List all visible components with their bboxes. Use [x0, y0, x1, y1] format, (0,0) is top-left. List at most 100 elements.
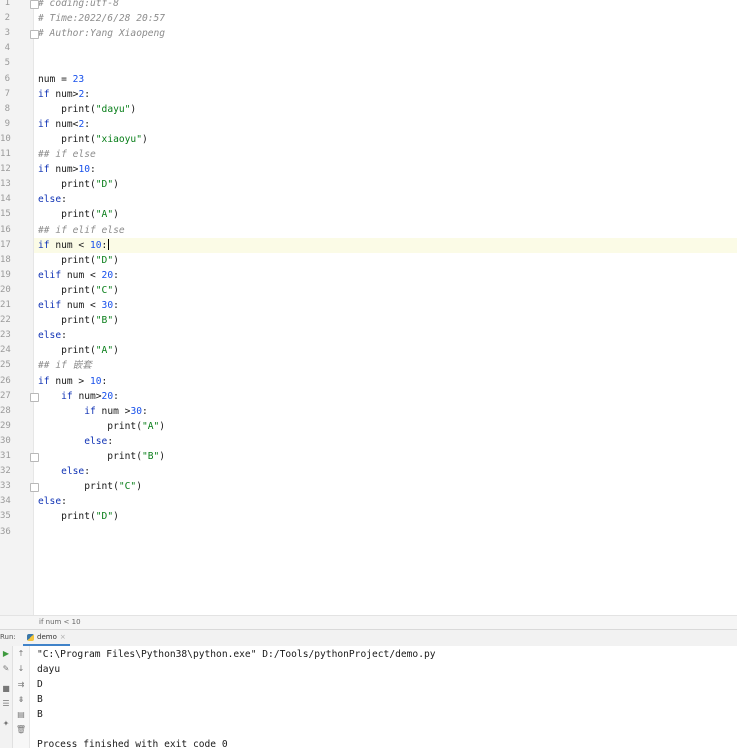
- code-line[interactable]: else:: [38, 434, 113, 449]
- code-line[interactable]: # Time:2022/6/28 20:57: [38, 11, 165, 26]
- line-number: 7: [4, 88, 10, 99]
- code-editor[interactable]: # coding:utf-8 # Time:2022/6/28 20:57 # Au…: [0, 0, 737, 615]
- code-token: if: [38, 239, 56, 251]
- console-line: B: [37, 709, 43, 720]
- code-token: 10: [78, 164, 90, 176]
- code-token: print(: [38, 420, 142, 432]
- code-token: :: [61, 330, 67, 342]
- code-token: 10: [89, 239, 102, 251]
- stop-icon[interactable]: ■: [0, 684, 12, 694]
- trash-icon[interactable]: 🗑: [15, 725, 27, 735]
- down-arrow-icon[interactable]: ↓: [15, 664, 27, 674]
- line-number: 26: [0, 375, 11, 386]
- code-line[interactable]: print("B"): [38, 449, 165, 464]
- line-number: 34: [0, 496, 11, 507]
- run-tab-label: demo: [37, 633, 57, 641]
- code-line[interactable]: if num>20:: [38, 389, 119, 404]
- code-token: print(: [38, 103, 96, 115]
- code-line[interactable]: print("D"): [38, 509, 119, 524]
- code-token: 10: [89, 375, 102, 387]
- code-token: "D": [95, 179, 114, 191]
- code-line[interactable]: else:: [38, 464, 90, 479]
- code-line[interactable]: elif num < 20:: [38, 268, 119, 283]
- code-line[interactable]: else:: [38, 328, 67, 343]
- code-line[interactable]: print("A"): [38, 419, 165, 434]
- code-line[interactable]: ## if elif else: [38, 223, 125, 238]
- code-token: ): [136, 481, 142, 493]
- code-token: print(: [38, 254, 96, 266]
- code-token: :: [90, 164, 96, 176]
- code-line[interactable]: print("A"): [38, 343, 119, 358]
- code-token: :: [113, 269, 119, 281]
- code-line[interactable]: if num > 10:: [38, 374, 107, 389]
- console-line: dayu: [37, 664, 61, 675]
- code-token: num>: [55, 88, 79, 100]
- breadcrumb-item[interactable]: if num < 10: [39, 618, 81, 626]
- wrench-icon[interactable]: ✎: [0, 664, 12, 674]
- line-number: 32: [0, 466, 11, 477]
- code-line[interactable]: num = 23: [38, 72, 84, 87]
- code-line[interactable]: print("dayu"): [38, 102, 136, 117]
- line-number: 19: [0, 269, 11, 280]
- soft-wrap-icon[interactable]: ⇉: [15, 680, 27, 690]
- code-line[interactable]: if num>10:: [38, 162, 96, 177]
- breadcrumb[interactable]: if num < 10: [0, 615, 737, 630]
- line-number: 16: [0, 224, 11, 235]
- fold-marker-icon[interactable]: [30, 30, 39, 40]
- code-line[interactable]: # coding:utf-8: [38, 0, 119, 11]
- code-line[interactable]: print("B"): [38, 313, 119, 328]
- code-line[interactable]: if num<2:: [38, 117, 90, 132]
- code-line[interactable]: ## if 嵌套: [38, 358, 92, 373]
- line-number: 5: [4, 58, 10, 69]
- code-token: ## if else: [38, 149, 96, 160]
- code-line[interactable]: elif num < 30:: [38, 298, 119, 313]
- console-output[interactable]: "C:\Program Files\Python38\python.exe" D…: [30, 646, 737, 750]
- line-number: 11: [0, 149, 11, 159]
- run-label: Run:: [0, 633, 16, 641]
- line-number: 2: [4, 13, 10, 24]
- code-line[interactable]: else:: [38, 192, 67, 207]
- console-line: D: [37, 679, 43, 690]
- print-icon[interactable]: ▤: [15, 710, 27, 720]
- fold-marker-icon[interactable]: [30, 483, 39, 493]
- code-line[interactable]: if num>2:: [38, 87, 90, 102]
- code-line[interactable]: print("D"): [38, 177, 119, 192]
- code-token: else: [38, 194, 62, 206]
- code-line[interactable]: print("C"): [38, 283, 119, 298]
- line-number: 6: [4, 73, 10, 84]
- up-arrow-icon[interactable]: ↑: [15, 649, 27, 659]
- pin-icon[interactable]: ✦: [0, 719, 12, 729]
- code-token: print(: [38, 209, 96, 221]
- code-line[interactable]: ## if else: [38, 147, 96, 162]
- current-line-highlight: [0, 237, 737, 253]
- code-token: ): [159, 420, 166, 432]
- code-line[interactable]: print("xiaoyu"): [38, 132, 148, 147]
- code-token: num >: [55, 375, 90, 387]
- fold-marker-icon[interactable]: [30, 392, 39, 402]
- fold-marker-icon[interactable]: [30, 453, 39, 462]
- code-token: # coding:utf-8: [38, 0, 119, 9]
- code-line[interactable]: print("A"): [38, 207, 119, 222]
- code-line[interactable]: else:: [38, 494, 67, 509]
- code-line[interactable]: if num >30:: [38, 404, 148, 419]
- fold-marker-icon[interactable]: [30, 0, 39, 9]
- code-token: ): [113, 284, 119, 296]
- code-token: else: [38, 496, 62, 508]
- layout-icon[interactable]: ☰: [0, 699, 12, 709]
- scroll-end-icon[interactable]: ⇟: [15, 695, 27, 705]
- close-icon[interactable]: ×: [60, 633, 66, 641]
- code-token: if: [38, 390, 79, 402]
- code-line[interactable]: print("C"): [38, 479, 142, 494]
- play-icon[interactable]: ▶: [0, 649, 12, 659]
- line-number: 8: [4, 103, 10, 114]
- code-line[interactable]: # Author:Yang Xiaopeng: [38, 26, 165, 41]
- code-line[interactable]: if num < 10:: [38, 238, 110, 253]
- code-line[interactable]: print("D"): [38, 253, 119, 268]
- console-line: Process finished with exit code 0: [37, 739, 228, 750]
- code-token: num>: [55, 164, 79, 176]
- code-token: "B": [141, 451, 160, 462]
- code-token: 30: [101, 300, 114, 311]
- run-tab-demo[interactable]: demo ×: [23, 630, 70, 646]
- code-token: if: [38, 375, 56, 387]
- code-token: :: [113, 300, 119, 311]
